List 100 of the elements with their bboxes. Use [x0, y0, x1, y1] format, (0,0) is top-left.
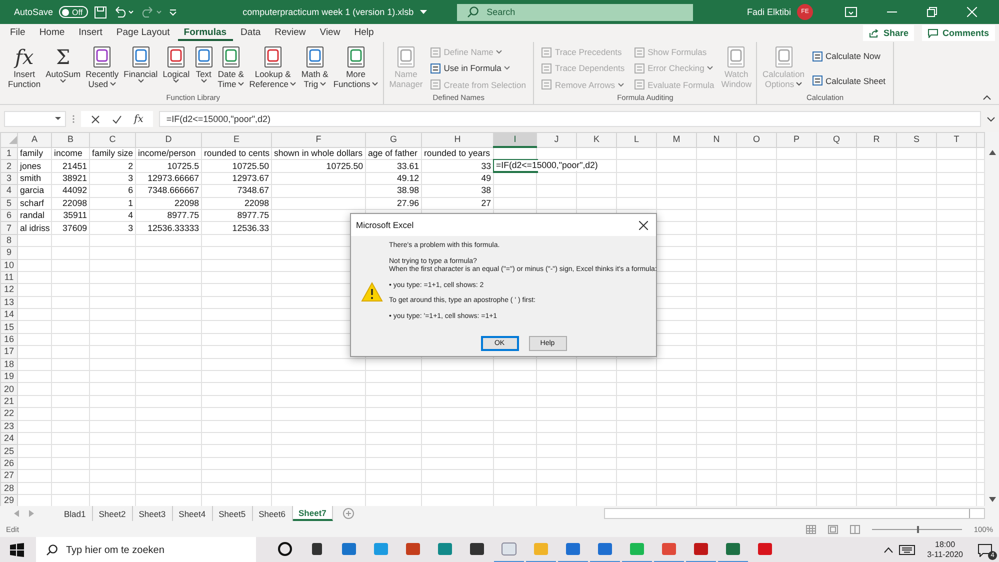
row-header[interactable]: 1 [0, 147, 18, 160]
row-header[interactable]: 11 [0, 271, 18, 284]
ribbon-button[interactable]: Date & Time [216, 44, 246, 93]
row-header[interactable]: 19 [0, 370, 18, 383]
column-header[interactable]: T [936, 132, 976, 147]
ribbon-tab[interactable]: Page Layout [110, 25, 176, 41]
row-header[interactable]: 25 [0, 444, 18, 458]
row-header[interactable]: 9 [0, 246, 18, 260]
ribbon-tab[interactable]: Help [348, 25, 380, 41]
ribbon-tab[interactable]: Insert [72, 25, 108, 41]
ribbon-button[interactable]: More Functions [331, 44, 380, 93]
horizontal-scrollbar[interactable] [604, 508, 985, 519]
row-header[interactable]: 16 [0, 333, 18, 346]
search-field[interactable]: Search [456, 4, 693, 20]
row-header[interactable]: 8 [0, 234, 18, 247]
minimize-icon[interactable] [887, 11, 897, 13]
row-header[interactable]: 3 [0, 172, 18, 185]
row-header[interactable]: 10 [0, 259, 18, 272]
row-header[interactable]: 23 [0, 420, 18, 432]
column-header[interactable]: A [18, 132, 52, 147]
ribbon-button[interactable]: Text [192, 44, 215, 93]
ribbon-button[interactable]: Math & Trig [299, 44, 330, 93]
clock-time[interactable]: 18:00 [935, 540, 956, 550]
column-header[interactable]: G [366, 132, 422, 147]
column-header[interactable]: M [656, 132, 696, 147]
column-header[interactable]: K [576, 132, 616, 147]
windows-start-icon[interactable] [10, 543, 24, 557]
add-sheet-icon[interactable] [343, 508, 354, 519]
row-header[interactable]: 20 [0, 382, 18, 396]
row-header[interactable]: 26 [0, 457, 18, 470]
row-header[interactable]: 4 [0, 184, 18, 198]
ribbon-button[interactable]: Lookup & Reference [247, 44, 298, 93]
clock-date[interactable]: 3-11-2020 [927, 550, 963, 560]
column-header[interactable]: S [896, 132, 936, 147]
scroll-down-icon[interactable] [988, 497, 996, 502]
column-header[interactable]: F [272, 132, 366, 147]
save-icon[interactable] [94, 6, 107, 18]
keyboard-icon[interactable] [899, 545, 916, 555]
column-header[interactable]: P [776, 132, 816, 147]
cancel-icon[interactable] [91, 114, 100, 124]
collapse-ribbon-icon[interactable] [983, 95, 991, 100]
row-header[interactable]: 22 [0, 408, 18, 420]
column-header[interactable]: E [202, 132, 272, 147]
row-header[interactable]: 17 [0, 346, 18, 358]
ribbon-tab[interactable]: Review [268, 25, 312, 41]
row-header[interactable]: 13 [0, 296, 18, 309]
row-header[interactable]: 6 [0, 209, 18, 222]
redo-icon[interactable] [140, 6, 163, 18]
ribbon-tab[interactable]: View [314, 25, 346, 41]
insert-function-button[interactable]: fx [134, 114, 144, 124]
page-layout-icon[interactable] [828, 524, 838, 534]
ribbon-display-icon[interactable] [845, 7, 857, 17]
ribbon-button[interactable]: Calculate Sheet [810, 74, 888, 88]
zoom-slider-thumb[interactable] [916, 526, 919, 532]
row-header[interactable]: 29 [0, 494, 18, 506]
show-hidden-icons-icon[interactable] [884, 547, 894, 553]
ribbon-button[interactable]: Financial [122, 44, 160, 93]
ribbon-button[interactable]: Logical [160, 44, 192, 93]
row-header[interactable]: 28 [0, 482, 18, 494]
ribbon-tab[interactable]: Home [33, 25, 71, 41]
column-header[interactable]: R [856, 132, 896, 147]
row-header[interactable]: 15 [0, 320, 18, 334]
customize-toolbar-icon[interactable] [168, 8, 177, 16]
ribbon-button[interactable]: fx Insert Function [6, 44, 43, 93]
row-header[interactable]: 5 [0, 197, 18, 210]
expand-icon[interactable] [987, 116, 995, 122]
formula-input[interactable]: =IF(d2<=15000,"poor",d2) [159, 111, 981, 127]
restore-icon[interactable] [927, 7, 937, 17]
column-header[interactable]: B [52, 132, 90, 147]
column-header[interactable]: I [494, 132, 536, 147]
notification-icon[interactable] [978, 544, 992, 556]
column-header[interactable]: C [90, 132, 136, 147]
share-button[interactable]: Share [863, 25, 914, 41]
column-header[interactable]: L [616, 132, 656, 147]
close-icon[interactable] [639, 220, 648, 230]
ribbon-tab[interactable]: Data [234, 25, 267, 41]
row-header[interactable]: 24 [0, 432, 18, 445]
row-header[interactable]: 14 [0, 308, 18, 321]
ribbon-button[interactable]: Σ AutoSum [44, 44, 83, 93]
row-header[interactable]: 18 [0, 358, 18, 371]
column-header[interactable]: D [136, 132, 202, 147]
row-header[interactable]: 2 [0, 160, 18, 172]
page-break-icon[interactable] [850, 524, 860, 534]
column-header[interactable]: J [536, 132, 576, 147]
undo-icon[interactable] [112, 6, 135, 18]
drag-handle-icon[interactable] [72, 114, 75, 124]
column-header[interactable]: Q [816, 132, 856, 147]
taskbar-search-field[interactable]: Typ hier om te zoeken [36, 537, 256, 562]
ribbon-button[interactable]: Use in Formula [428, 62, 528, 75]
sheet-tab[interactable]: Sheet7 [292, 506, 334, 521]
ribbon-tab[interactable]: File [4, 25, 32, 41]
column-header[interactable]: N [696, 132, 736, 147]
caret-icon[interactable] [420, 10, 427, 14]
comments-button[interactable]: Comments [922, 25, 995, 41]
check-icon[interactable] [112, 114, 122, 124]
column-header[interactable]: H [422, 132, 494, 147]
normal-view-icon[interactable] [806, 524, 816, 534]
row-header[interactable]: 27 [0, 470, 18, 482]
column-header[interactable]: O [736, 132, 776, 147]
scroll-up-icon[interactable] [988, 150, 996, 155]
